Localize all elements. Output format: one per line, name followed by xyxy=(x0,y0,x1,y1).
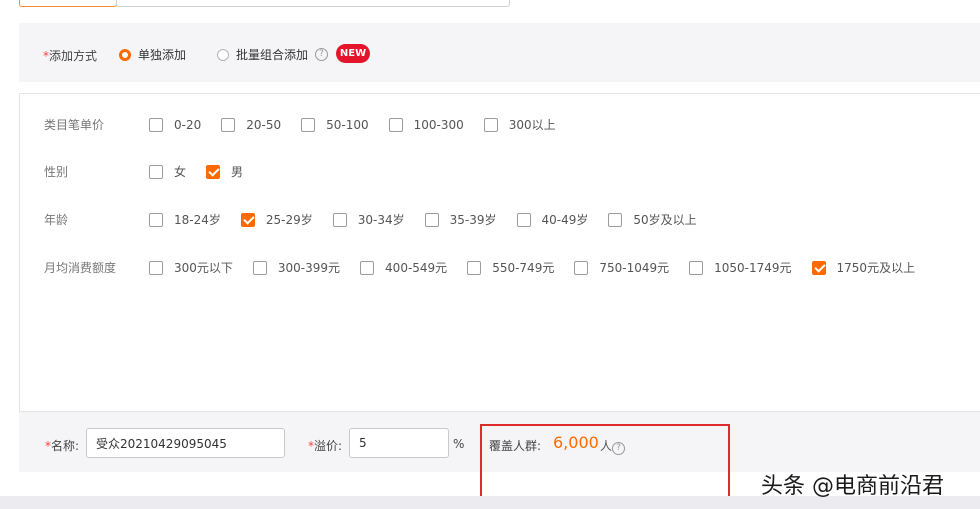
option-spend-550-749[interactable]: 550-749元 xyxy=(467,259,554,276)
option-spend-400-549[interactable]: 400-549元 xyxy=(360,259,447,276)
add-mode-bar: *添加方式 单独添加 批量组合添加 ? NEW xyxy=(19,23,980,82)
option-age-18-24[interactable]: 18-24岁 xyxy=(149,211,221,228)
audience-name-input[interactable] xyxy=(86,428,285,458)
checkbox[interactable] xyxy=(574,260,589,275)
option-spend-750-1049[interactable]: 750-1049元 xyxy=(574,259,669,276)
checkbox-checked[interactable] xyxy=(206,164,221,179)
checkbox[interactable] xyxy=(360,260,375,275)
top-input-field[interactable] xyxy=(116,0,510,7)
option-gender-female[interactable]: 女 xyxy=(149,163,186,180)
checkbox[interactable] xyxy=(221,117,236,132)
radio-batch-add-dot[interactable] xyxy=(217,48,229,61)
checkbox[interactable] xyxy=(149,260,163,275)
option-price-0-20[interactable]: 0-20 xyxy=(149,117,201,132)
checkbox[interactable] xyxy=(516,212,531,227)
option-price-50-100[interactable]: 50-100 xyxy=(301,117,369,132)
option-age-50-plus[interactable]: 50岁及以上 xyxy=(608,211,697,228)
filter-panel: 类目笔单价 0-20 20-50 50-100 100-300 300以上 性别… xyxy=(19,93,980,412)
help-icon[interactable]: ? xyxy=(315,48,329,61)
checkbox-checked[interactable] xyxy=(811,260,826,275)
option-age-35-39[interactable]: 35-39岁 xyxy=(424,211,497,228)
option-spend-1750-plus[interactable]: 1750元及以上 xyxy=(811,259,915,276)
checkbox[interactable] xyxy=(467,260,482,275)
premium-input[interactable] xyxy=(349,428,449,458)
coverage-highlight-box xyxy=(480,424,730,498)
filter-row-age: 年龄 18-24岁 25-29岁 30-34岁 35-39岁 40-49岁 50… xyxy=(44,211,697,228)
radio-single-add-dot[interactable] xyxy=(119,48,131,61)
premium-label: *溢价: xyxy=(308,439,343,453)
filter-row-monthly-spend: 月均消费额度 300元以下 300-399元 400-549元 550-749元… xyxy=(44,259,916,276)
filter-row-category-price: 类目笔单价 0-20 20-50 50-100 100-300 300以上 xyxy=(44,116,556,133)
watermark-text: 头条 @电商前沿君 xyxy=(761,474,944,499)
option-price-20-50[interactable]: 20-50 xyxy=(221,117,281,132)
filter-row-gender: 性别 女 男 xyxy=(44,163,244,180)
checkbox[interactable] xyxy=(149,212,163,227)
option-spend-300-399[interactable]: 300-399元 xyxy=(252,259,340,276)
option-spend-1050-1749[interactable]: 1050-1749元 xyxy=(689,259,792,276)
option-gender-male[interactable]: 男 xyxy=(206,163,243,180)
checkbox[interactable] xyxy=(332,212,347,227)
checkbox[interactable] xyxy=(149,164,163,179)
option-age-40-49[interactable]: 40-49岁 xyxy=(516,211,588,228)
option-age-30-34[interactable]: 30-34岁 xyxy=(332,211,405,228)
option-price-100-300[interactable]: 100-300 xyxy=(388,117,464,132)
checkbox[interactable] xyxy=(608,212,623,227)
option-spend-under-300[interactable]: 300元以下 xyxy=(149,259,233,276)
checkbox[interactable] xyxy=(149,117,163,132)
option-price-300-plus[interactable]: 300以上 xyxy=(483,116,556,133)
top-tab-selected[interactable] xyxy=(19,0,117,7)
checkbox[interactable] xyxy=(689,260,704,275)
checkbox[interactable] xyxy=(424,212,439,227)
name-label: *名称: xyxy=(45,439,80,453)
checkbox[interactable] xyxy=(252,260,267,275)
option-age-25-29[interactable]: 25-29岁 xyxy=(240,211,313,228)
add-mode-label: *添加方式 xyxy=(43,49,98,63)
checkbox-checked[interactable] xyxy=(240,212,255,227)
checkbox[interactable] xyxy=(301,117,316,132)
radio-single-add[interactable]: 单独添加 xyxy=(119,46,186,63)
new-badge: NEW xyxy=(336,44,370,63)
checkbox[interactable] xyxy=(483,117,498,132)
checkbox[interactable] xyxy=(388,117,403,132)
premium-unit: % xyxy=(453,437,465,451)
radio-batch-add[interactable]: 批量组合添加 ? xyxy=(217,46,329,63)
